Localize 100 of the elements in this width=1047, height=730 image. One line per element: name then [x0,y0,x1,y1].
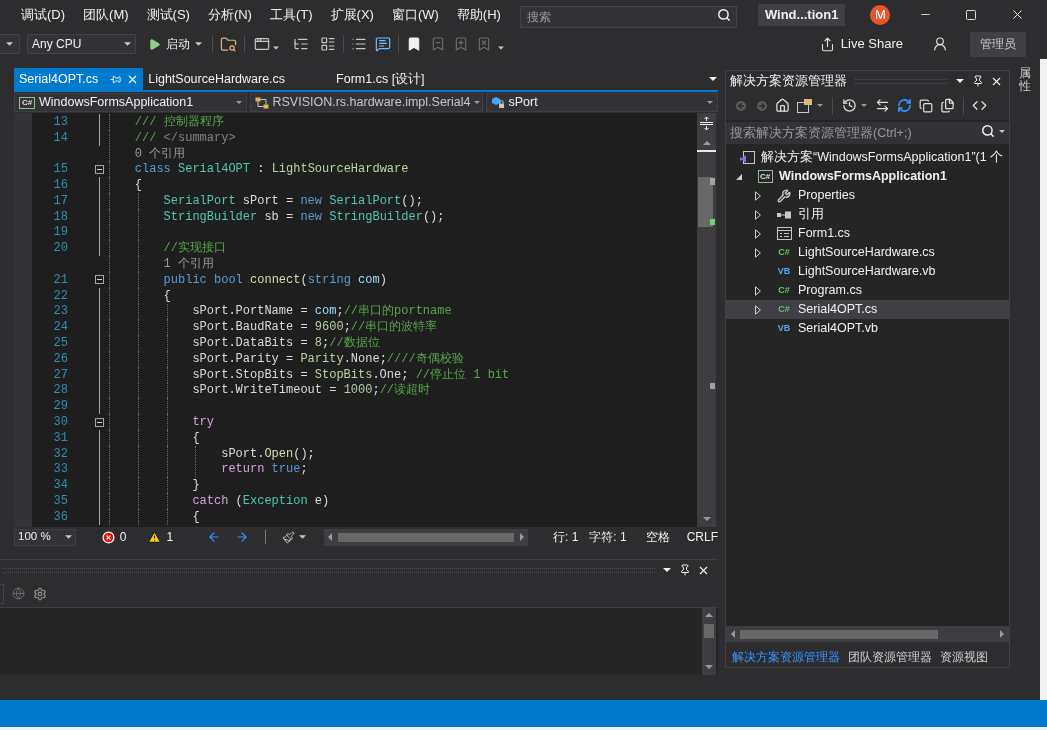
tree-item[interactable]: VB LightSourceHardware.vb [726,262,940,281]
caret-icon[interactable] [663,568,671,572]
list-icon[interactable] [351,36,367,52]
indentation-indicator[interactable]: 空格 [645,528,670,546]
expander-icon[interactable] [755,209,761,220]
menu-item[interactable]: 调试(D) [12,3,75,26]
caret-icon[interactable] [999,130,1005,133]
account-button[interactable]: 管理员 [970,31,1026,57]
caret-icon[interactable] [124,42,131,46]
scroll-left-icon[interactable] [731,630,735,638]
home-icon[interactable] [775,98,790,113]
tree-item[interactable]: C# LightSourceHardware.cs [726,243,939,262]
bookmark-minus-icon[interactable] [430,36,446,52]
navigation-dropdown[interactable]: RSVISION.rs.hardware.impl.Serial4 [249,93,483,112]
menu-item[interactable]: 扩展(X) [321,3,383,26]
search-icon[interactable] [716,7,731,22]
search-field[interactable]: 搜索 [519,5,737,28]
reference-count-link[interactable]: 0 个引用 [134,144,186,163]
collapse-icon[interactable] [94,417,104,427]
caret-icon[interactable] [956,79,964,83]
pin-icon[interactable] [972,75,984,87]
warnings-button[interactable]: 1 [146,528,176,546]
live-share-button[interactable]: Live Share [816,33,906,55]
tree-item[interactable]: 解决方案“WindowsFormsApplication1”(1 个 [726,148,1008,167]
errors-button[interactable]: 0 [99,528,129,546]
scroll-right-icon[interactable] [1000,630,1004,638]
scrollbar-thumb[interactable] [698,177,713,227]
folder-search-icon[interactable] [220,35,237,53]
collapse-icon[interactable] [94,275,104,285]
menu-item[interactable]: 团队(M) [74,3,138,26]
speech-bubble-icon[interactable] [375,36,391,52]
code-icon[interactable] [972,98,987,113]
overlapping-squares-icon[interactable] [919,98,933,113]
editor-tab[interactable]: LightSourceHardware.cs [143,68,332,90]
character-indicator[interactable]: 字符: 1 [589,528,627,546]
scrollbar-thumb[interactable] [740,629,938,639]
start-button[interactable]: 启动 [145,33,205,55]
expander-icon[interactable] [755,190,761,201]
person-icon[interactable] [932,36,948,52]
warning-icon[interactable] [148,530,162,544]
play-icon[interactable] [148,37,161,51]
caret-icon[interactable] [273,46,279,50]
tab-overflow-caret-icon[interactable] [709,77,717,81]
expander-icon[interactable] [755,228,761,239]
brush-icon[interactable] [282,530,295,544]
configuration-dropdown[interactable] [0,34,20,54]
scroll-down-icon[interactable] [705,665,713,669]
scrollbar-thumb[interactable] [704,624,714,638]
layout-list-icon[interactable] [320,36,336,52]
pin-icon[interactable] [679,564,691,576]
tree-item[interactable]: C# Serial4OPT.cs [726,300,1009,319]
list-tree-icon[interactable] [293,36,309,52]
scroll-up-icon[interactable] [705,613,713,617]
error-icon[interactable] [101,530,115,544]
caret-icon[interactable] [6,42,13,46]
history-icon[interactable] [842,98,857,113]
reference-count-link[interactable]: 1 个引用 [163,255,214,274]
menu-item[interactable]: 帮助(H) [447,3,510,26]
caret-icon[interactable] [195,42,202,46]
folder-window-icon[interactable] [797,98,813,113]
expander-icon[interactable] [755,285,761,296]
left-right-arrows-icon[interactable] [875,98,890,113]
refresh-icon[interactable] [897,98,912,113]
settings-icon[interactable] [33,586,47,601]
caret-icon[interactable] [861,104,867,107]
expander-icon[interactable] [755,304,761,315]
menu-item[interactable]: 工具(T) [260,3,322,26]
files-icon[interactable] [940,98,955,113]
side-tab[interactable]: 属性 [1019,67,1031,94]
maximize-icon[interactable] [965,8,977,21]
tree-item[interactable]: VB Serial4OPT.vb [726,319,882,338]
expander-icon[interactable] [736,173,742,180]
tree-item[interactable]: Properties [726,186,859,205]
globe-icon[interactable] [12,587,25,600]
tree-item[interactable]: Form1.cs [726,224,855,243]
line-ending-indicator[interactable]: CRLF [686,528,718,546]
zoom-dropdown[interactable]: 100 % [14,528,76,546]
panel-tab[interactable]: 资源视图 [936,648,992,666]
menu-item[interactable]: 分析(N) [198,3,261,26]
tree-item[interactable]: C# WindowsFormsApplication1 [726,167,951,186]
platform-dropdown[interactable]: Any CPU [27,34,136,54]
bookmark-icon[interactable] [406,36,422,52]
search-icon[interactable] [981,124,995,138]
splitter-icon[interactable] [700,117,713,130]
window-icon[interactable] [254,36,270,52]
navigation-dropdown[interactable]: sPort [485,93,718,112]
bookmark-plus-icon[interactable] [453,36,469,52]
scroll-down-icon[interactable] [702,517,711,521]
scroll-up-icon[interactable] [702,141,711,145]
tree-item[interactable]: 引用 [726,205,828,224]
menu-item[interactable]: 窗口(W) [382,3,448,26]
caret-icon[interactable] [64,535,72,539]
search-field[interactable]: 搜索解决方案资源管理器(Ctrl+;) [726,122,1009,144]
editor-tab[interactable]: Form1.cs [设计] [331,68,471,90]
line-indicator[interactable]: 行: 1 [553,528,579,546]
panel-tab[interactable]: 解决方案资源管理器 [728,648,844,666]
tree-item[interactable]: C# Program.cs [726,281,866,300]
scroll-right-icon[interactable] [520,533,524,541]
collapse-icon[interactable] [94,164,104,174]
bookmark-x-icon[interactable] [476,36,492,52]
